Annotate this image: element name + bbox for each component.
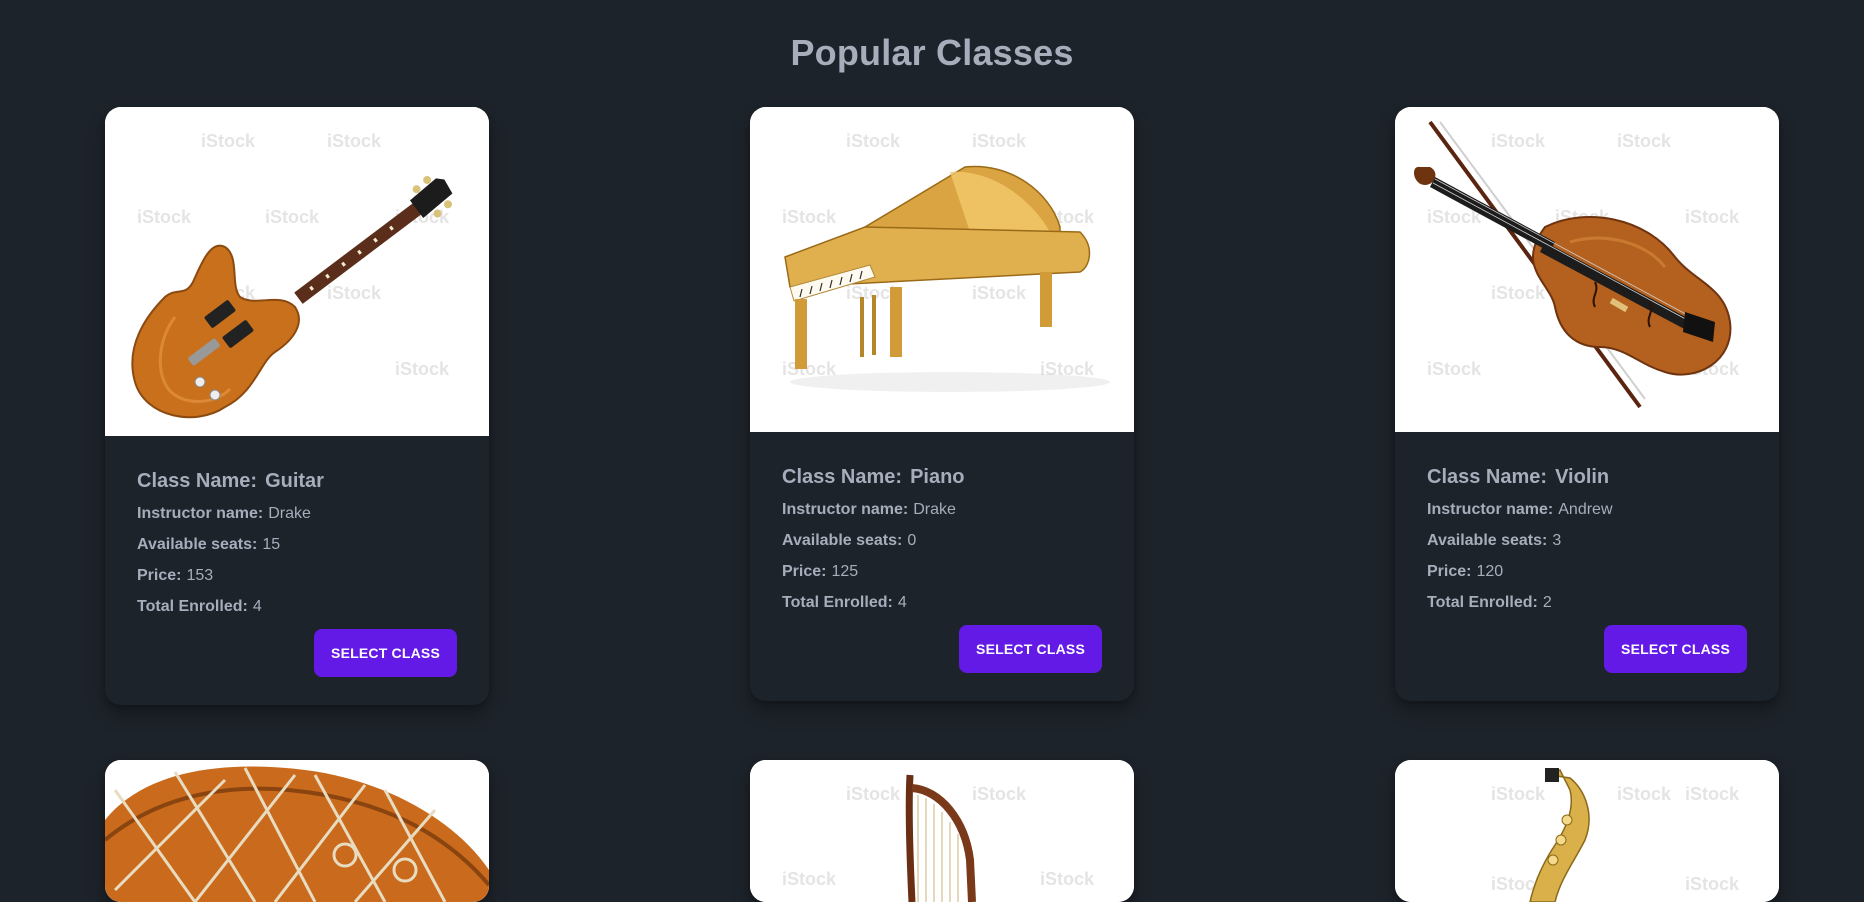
svg-text:iStock: iStock	[1685, 207, 1740, 227]
svg-text:iStock: iStock	[846, 784, 901, 804]
piano-icon: iStock iStock iStock iStock iStock iStoc…	[750, 107, 1134, 432]
svg-text:iStock: iStock	[782, 207, 837, 227]
class-name: Violin	[1555, 466, 1610, 488]
seats-row: Available seats: 0	[782, 532, 917, 549]
svg-text:iStock: iStock	[1617, 784, 1672, 804]
svg-text:iStock: iStock	[1040, 869, 1095, 889]
class-card-5: iStock iStock iStock iStock	[750, 760, 1134, 902]
svg-text:iStock: iStock	[1491, 131, 1546, 151]
enrolled-row: Total Enrolled: 2	[1427, 594, 1552, 611]
svg-text:iStock: iStock	[1491, 784, 1546, 804]
class-card-piano: iStock iStock iStock iStock iStock iStoc…	[750, 107, 1134, 701]
instructor-row: Instructor name: Drake	[137, 505, 311, 522]
class-image: iStock iStock iStock iStock	[750, 760, 1134, 902]
price-row: Price: 125	[782, 563, 859, 580]
class-name: Piano	[910, 466, 965, 488]
class-image: iStock iStock iStock iStock iStock	[1395, 760, 1779, 902]
class-image: iStock iStock iStock iStock iStock iStoc…	[750, 107, 1134, 432]
svg-text:iStock: iStock	[972, 784, 1027, 804]
class-card-4	[105, 760, 489, 902]
svg-text:iStock: iStock	[972, 131, 1027, 151]
page-title: Popular Classes	[790, 32, 1074, 73]
svg-text:iStock: iStock	[327, 131, 382, 151]
class-card-body: Class Name: Piano Instructor name: Drake A…	[750, 432, 1134, 701]
svg-text:iStock: iStock	[1427, 359, 1482, 379]
price-row: Price: 153	[137, 567, 214, 584]
enrolled-row: Total Enrolled: 4	[782, 594, 907, 611]
class-image: iStock iStock iStock iStock iStock iStoc…	[1395, 107, 1779, 432]
svg-text:iStock: iStock	[846, 131, 901, 151]
svg-text:iStock: iStock	[327, 283, 382, 303]
class-image: iStock iStock iStock iStock iStock iStoc…	[105, 107, 489, 436]
class-card-violin: iStock iStock iStock iStock iStock iStoc…	[1395, 107, 1779, 701]
guitar-icon: iStock iStock iStock iStock iStock iStoc…	[105, 107, 489, 436]
class-name: Guitar	[265, 470, 324, 492]
svg-text:iStock: iStock	[1685, 784, 1740, 804]
price-row: Price: 120	[1427, 563, 1504, 580]
class-card-guitar: iStock iStock iStock iStock iStock iStoc…	[105, 107, 489, 705]
svg-text:iStock: iStock	[782, 869, 837, 889]
instructor-row: Instructor name: Andrew	[1427, 501, 1613, 518]
class-title: Class Name: Piano	[782, 466, 965, 488]
svg-text:iStock: iStock	[265, 207, 320, 227]
svg-text:iStock: iStock	[395, 359, 450, 379]
svg-text:iStock: iStock	[972, 283, 1027, 303]
class-card-body: Class Name: Guitar Instructor name: Drake …	[105, 436, 489, 705]
svg-text:iStock: iStock	[137, 207, 192, 227]
harp-icon: iStock iStock iStock iStock	[750, 760, 1134, 902]
class-image	[105, 760, 489, 902]
seats-row: Available seats: 3	[1427, 532, 1562, 549]
class-card-body: Class Name: Violin Instructor name: Andrew…	[1395, 432, 1779, 701]
svg-text:iStock: iStock	[1491, 283, 1546, 303]
violin-icon: iStock iStock iStock iStock iStock iStoc…	[1395, 107, 1779, 432]
svg-text:iStock: iStock	[201, 131, 256, 151]
class-title: Class Name: Violin	[1427, 466, 1610, 488]
instructor-row: Instructor name: Drake	[782, 501, 956, 518]
drum-icon	[105, 760, 489, 902]
saxophone-icon: iStock iStock iStock iStock iStock	[1395, 760, 1779, 902]
class-title: Class Name: Guitar	[137, 470, 324, 492]
select-class-button[interactable]: SELECT CLASS	[959, 625, 1102, 673]
class-card-6: iStock iStock iStock iStock iStock	[1395, 760, 1779, 902]
enrolled-row: Total Enrolled: 4	[137, 598, 262, 615]
svg-text:iStock: iStock	[1685, 874, 1740, 894]
select-class-button[interactable]: SELECT CLASS	[314, 629, 457, 677]
svg-text:iStock: iStock	[1617, 131, 1672, 151]
select-class-button[interactable]: SELECT CLASS	[1604, 625, 1747, 673]
seats-row: Available seats: 15	[137, 536, 281, 553]
